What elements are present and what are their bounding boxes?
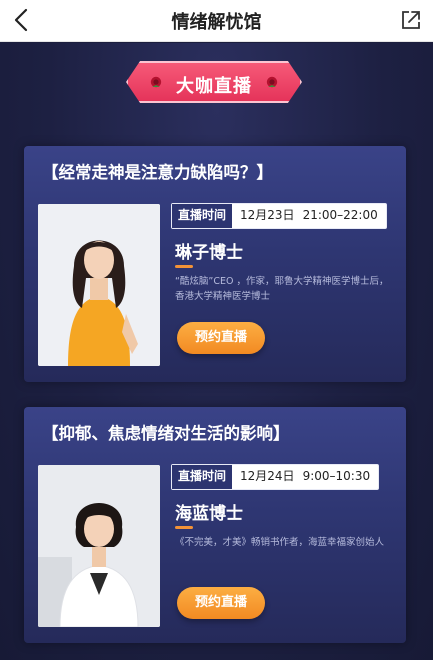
live-time: 直播时间 12月24日 9:00–10:30: [171, 464, 380, 490]
rose-icon: [266, 76, 278, 88]
share-external-icon[interactable]: [399, 8, 423, 32]
live-date: 12月23日: [240, 208, 295, 222]
doctor-desc: “酷炫脑”CEO ，作家，耶鲁大学精神医学博士后，香港大学精神医学博士: [175, 276, 389, 302]
main-content: 大咖直播 【经常走神是注意力缺陷吗？】 直播时间 12月23日 21:00–22…: [0, 43, 433, 660]
doctor-desc: 《不完美，才美》畅销书作者，海蓝幸福家创始人: [175, 537, 385, 548]
live-banner: 大咖直播: [126, 61, 302, 109]
live-time-range: 21:00–22:00: [302, 208, 378, 222]
divider: [175, 265, 193, 268]
live-card: 【经常走神是注意力缺陷吗？】 直播时间 12月23日 21:00–22:00 琳…: [24, 146, 406, 382]
live-date: 12月24日: [240, 469, 295, 483]
live-topic: 【抑郁、焦虑情绪对生活的影响】: [42, 424, 290, 443]
doctor-photo: [38, 465, 160, 627]
time-label: 直播时间: [172, 204, 233, 228]
nav-bar: 情绪解忧馆: [0, 0, 433, 42]
book-live-button[interactable]: 预约直播: [177, 587, 265, 619]
live-topic: 【经常走神是注意力缺陷吗？】: [42, 163, 273, 182]
doctor-photo: [38, 204, 160, 366]
book-live-button[interactable]: 预约直播: [177, 322, 265, 354]
page-title: 情绪解忧馆: [171, 12, 262, 33]
live-time-range: 9:00–10:30: [302, 469, 371, 483]
doctor-name: 海蓝博士: [175, 504, 243, 524]
divider: [175, 526, 193, 529]
live-card: 【抑郁、焦虑情绪对生活的影响】 直播时间 12月24日 9:00–10:30 海…: [24, 407, 406, 643]
time-label: 直播时间: [172, 465, 233, 489]
doctor-name: 琳子博士: [175, 243, 243, 263]
live-time: 直播时间 12月23日 21:00–22:00: [171, 203, 387, 229]
